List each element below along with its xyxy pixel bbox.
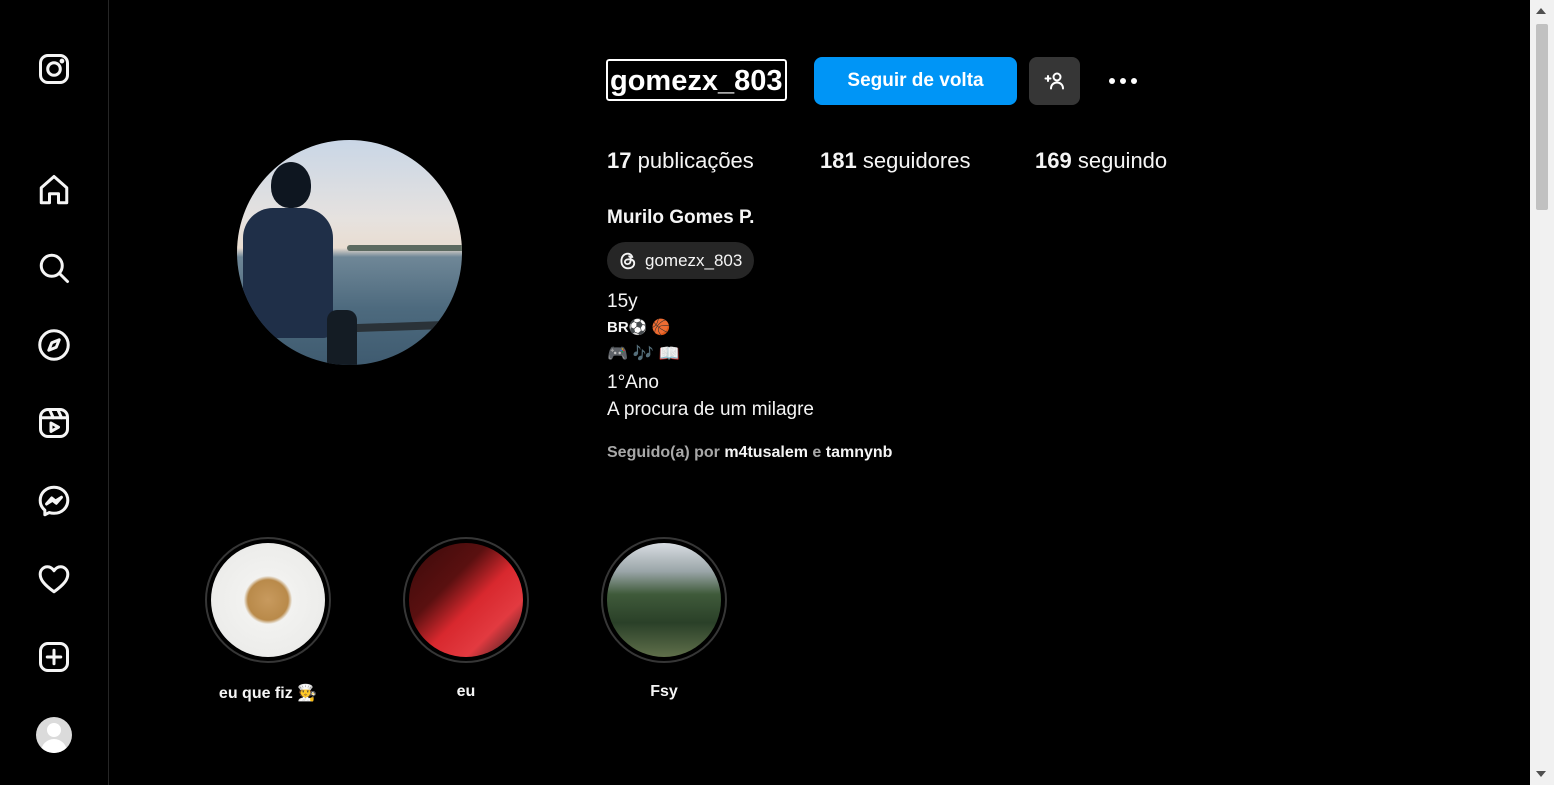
following-stat[interactable]: 169 seguindo	[1035, 148, 1167, 174]
left-sidebar	[0, 0, 109, 785]
highlight-ring	[601, 537, 727, 663]
bio-line-hobbies: 🎮 🎶 📖	[607, 344, 680, 363]
threads-link[interactable]: gomezx_803	[607, 242, 755, 279]
posts-label: publicações	[637, 148, 754, 173]
followed-by-text[interactable]: Seguido(a) por m4tusalem e tamnynb	[607, 444, 892, 462]
story-highlight[interactable]: eu que fiz 🧑‍🍳	[205, 537, 331, 703]
profile-full-name: Murilo Gomes P.	[607, 207, 755, 228]
highlight-cover-image	[409, 543, 523, 657]
profile-username: gomezx_803	[605, 58, 788, 102]
suggested-users-button[interactable]	[1029, 57, 1080, 105]
messenger-icon[interactable]	[34, 481, 74, 521]
more-options-button[interactable]	[1103, 66, 1143, 96]
highlight-label: Fsy	[650, 683, 678, 700]
notifications-heart-icon[interactable]	[34, 559, 74, 599]
create-plus-icon[interactable]	[34, 637, 74, 677]
followed-by-prefix: Seguido(a) por	[607, 444, 720, 461]
explore-compass-icon[interactable]	[34, 325, 74, 365]
story-highlight[interactable]: Fsy	[601, 537, 727, 701]
search-icon[interactable]	[34, 248, 74, 288]
follow-back-button[interactable]: Seguir de volta	[814, 57, 1017, 105]
threads-handle: gomezx_803	[645, 250, 743, 270]
followed-by-user-2[interactable]: tamnynb	[826, 444, 893, 461]
instagram-profile-page: gomezx_803 Seguir de volta 17 publicaçõe…	[0, 0, 1554, 785]
following-count: 169	[1035, 148, 1072, 173]
story-highlight[interactable]: eu	[403, 537, 529, 701]
more-dot	[1131, 78, 1137, 84]
profile-avatar[interactable]	[36, 717, 72, 753]
highlight-ring	[205, 537, 331, 663]
reels-icon[interactable]	[34, 403, 74, 443]
scroll-thumb[interactable]	[1536, 24, 1548, 210]
followers-count: 181	[820, 148, 857, 173]
followers-label: seguidores	[862, 148, 971, 173]
following-label: seguindo	[1077, 148, 1168, 173]
highlight-cover-image	[211, 543, 325, 657]
bio-line-quote: A procura de um milagre	[607, 399, 814, 420]
followed-by-user-1[interactable]: m4tusalem	[724, 444, 808, 461]
vertical-scrollbar[interactable]	[1530, 0, 1554, 785]
followed-by-conjunction: e	[812, 444, 822, 461]
highlight-cover-image	[607, 543, 721, 657]
home-icon[interactable]	[34, 170, 74, 210]
posts-count: 17	[607, 148, 632, 173]
more-dot	[1120, 78, 1126, 84]
bio-line-country-sports: BR⚽ 🏀	[607, 319, 671, 336]
profile-picture[interactable]	[237, 140, 462, 365]
threads-icon	[620, 252, 636, 269]
highlight-label: eu que fiz 🧑‍🍳	[218, 685, 318, 702]
posts-stat: 17 publicações	[607, 148, 754, 174]
more-dot	[1109, 78, 1115, 84]
profile-picture-person	[243, 208, 333, 338]
scroll-down-arrow-icon[interactable]	[1536, 771, 1546, 777]
followers-stat[interactable]: 181 seguidores	[820, 148, 970, 174]
highlight-ring	[403, 537, 529, 663]
bio-line-school-year: 1°Ano	[607, 372, 659, 393]
profile-picture-shore	[347, 245, 462, 251]
highlight-label: eu	[456, 683, 476, 700]
add-person-icon	[1044, 72, 1064, 90]
profile-picture-head	[271, 162, 311, 208]
scroll-up-arrow-icon[interactable]	[1536, 8, 1546, 14]
instagram-logo-icon[interactable]	[34, 49, 74, 89]
profile-picture-leg	[327, 310, 357, 365]
bio-line-age: 15y	[607, 291, 638, 312]
